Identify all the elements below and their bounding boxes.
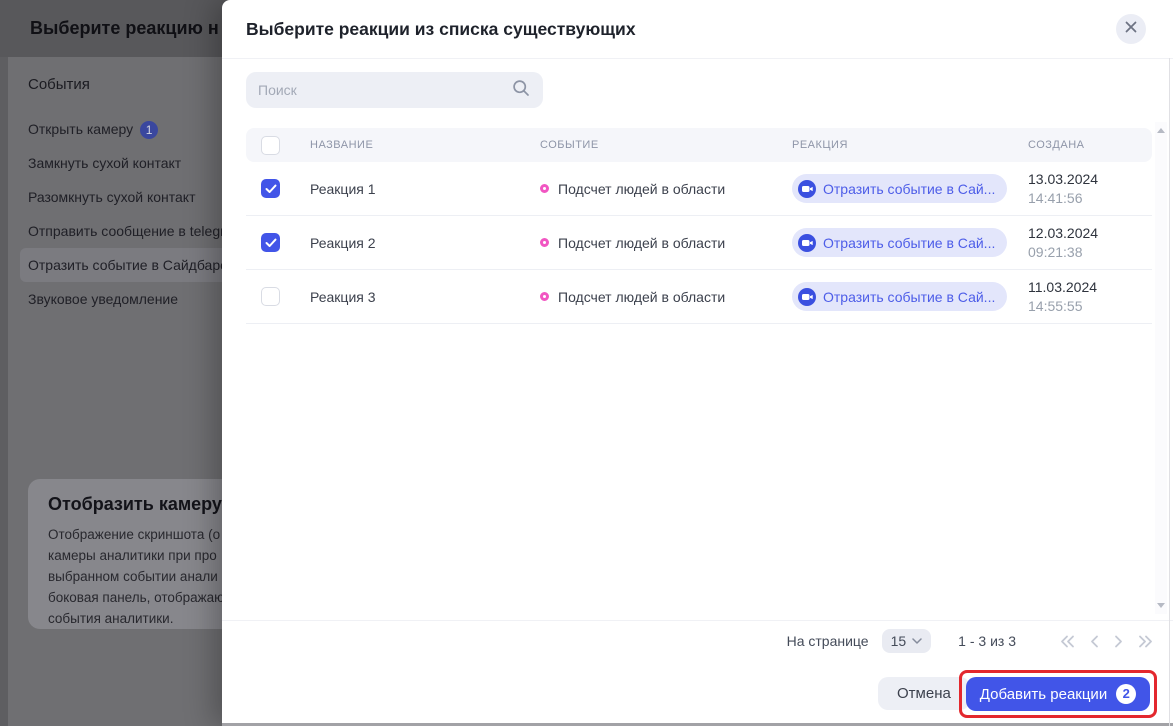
- background-events-list: Открыть камеру 1 Замкнуть сухой контакт Р…: [28, 112, 228, 316]
- event-item-label: Замкнуть сухой контакт: [28, 155, 181, 171]
- row-checkbox[interactable]: [261, 233, 280, 252]
- reaction-name: Реакция 1: [310, 181, 540, 197]
- reaction-badge-label: Отразить событие в Сай...: [823, 289, 995, 305]
- window-edge-line: [1169, 58, 1170, 726]
- event-name: Подсчет людей в области: [558, 289, 725, 305]
- double-chevron-left-icon: [1060, 635, 1075, 648]
- event-type-icon: [540, 292, 549, 301]
- reaction-badge-label: Отразить событие в Сай...: [823, 181, 995, 197]
- reactions-table: Реакция 1 Подсчет людей в области Отрази…: [246, 162, 1152, 324]
- event-item-sound: Звуковое уведомление: [28, 282, 228, 316]
- per-page-value: 15: [891, 633, 907, 649]
- table-row[interactable]: Реакция 1 Подсчет людей в области Отрази…: [246, 162, 1152, 216]
- prev-page-button[interactable]: [1090, 635, 1099, 648]
- sidebar-reaction-icon: [798, 234, 816, 252]
- sidebar-reaction-icon: [798, 180, 816, 198]
- table-row[interactable]: Реакция 2 Подсчет людей в области Отрази…: [246, 216, 1152, 270]
- pagination-bar: На странице 15 1 - 3 из 3: [787, 628, 1153, 654]
- chevron-down-icon: [912, 638, 922, 644]
- reaction-badge-label: Отразить событие в Сай...: [823, 235, 995, 251]
- reaction-badge: Отразить событие в Сай...: [792, 282, 1007, 311]
- created-time: 14:55:55: [1028, 297, 1152, 316]
- event-type-icon: [540, 238, 549, 247]
- created-date: 11.03.2024: [1028, 278, 1152, 297]
- add-reactions-button[interactable]: Добавить реакции 2: [966, 677, 1150, 711]
- header-divider: [222, 58, 1173, 59]
- created-time: 09:21:38: [1028, 243, 1152, 262]
- chevron-left-icon: [1090, 635, 1099, 648]
- event-item-open-camera: Открыть камеру 1: [28, 112, 228, 146]
- column-header-created: СОЗДАНА: [1028, 139, 1152, 151]
- footer-divider: [222, 620, 1173, 621]
- events-section-label: События: [28, 76, 90, 93]
- event-item-open-contact: Разомкнуть сухой контакт: [28, 180, 228, 214]
- cancel-button[interactable]: Отмена: [878, 677, 970, 710]
- event-item-label: Открыть камеру: [28, 121, 133, 137]
- close-icon: [1125, 20, 1137, 38]
- search-icon: [511, 78, 531, 103]
- selected-count-badge: 2: [1116, 684, 1136, 704]
- close-button[interactable]: [1116, 14, 1146, 44]
- select-all-checkbox[interactable]: [261, 136, 280, 155]
- scroll-down-icon: [1157, 603, 1165, 608]
- created-time: 14:41:56: [1028, 189, 1152, 208]
- reaction-name: Реакция 2: [310, 235, 540, 251]
- event-item-label: Разомкнуть сухой контакт: [28, 189, 196, 205]
- reaction-badge: Отразить событие в Сай...: [792, 174, 1007, 203]
- double-chevron-right-icon: [1138, 635, 1153, 648]
- background-page-edge: [0, 57, 8, 726]
- screen: Выберите реакцию н События Открыть камер…: [0, 0, 1173, 726]
- row-checkbox[interactable]: [261, 287, 280, 306]
- event-item-label: Отправить сообщение в telegra: [28, 223, 233, 239]
- reaction-name: Реакция 3: [310, 289, 540, 305]
- scrollbar[interactable]: [1155, 122, 1167, 614]
- chevron-right-icon: [1114, 635, 1123, 648]
- next-page-button[interactable]: [1114, 635, 1123, 648]
- last-page-button[interactable]: [1138, 635, 1153, 648]
- background-dialog-title: Выберите реакцию н: [30, 0, 219, 57]
- event-item-telegram: Отправить сообщение в telegra: [28, 214, 228, 248]
- modal-title: Выберите реакции из списка существующих: [246, 0, 636, 58]
- search-field: [246, 72, 543, 108]
- column-header-name: НАЗВАНИЕ: [310, 139, 540, 151]
- reaction-badge: Отразить событие в Сай...: [792, 228, 1007, 257]
- per-page-label: На странице: [787, 633, 869, 649]
- event-name: Подсчет людей в области: [558, 181, 725, 197]
- event-item-sidebar-selected: Отразить событие в Сайдбаре: [20, 248, 234, 282]
- created-date: 13.03.2024: [1028, 170, 1152, 189]
- pagination-range: 1 - 3 из 3: [958, 633, 1016, 649]
- column-header-event: СОБЫТИЕ: [540, 139, 792, 151]
- table-header-row: НАЗВАНИЕ СОБЫТИЕ РЕАКЦИЯ СОЗДАНА: [246, 128, 1152, 162]
- event-name: Подсчет людей в области: [558, 235, 725, 251]
- first-page-button[interactable]: [1060, 635, 1075, 648]
- count-badge: 1: [140, 121, 158, 139]
- pagination-controls: [1060, 635, 1153, 648]
- column-header-reaction: РЕАКЦИЯ: [792, 139, 1028, 151]
- event-item-close-contact: Замкнуть сухой контакт: [28, 146, 228, 180]
- per-page-select[interactable]: 15: [882, 629, 932, 653]
- select-reactions-modal: Выберите реакции из списка существующих …: [222, 0, 1173, 726]
- search-input[interactable]: [258, 82, 511, 98]
- sidebar-reaction-icon: [798, 288, 816, 306]
- created-date: 12.03.2024: [1028, 224, 1152, 243]
- row-checkbox[interactable]: [261, 179, 280, 198]
- table-row[interactable]: Реакция 3 Подсчет людей в области Отрази…: [246, 270, 1152, 324]
- event-item-label: Отразить событие в Сайдбаре: [28, 257, 228, 273]
- event-item-label: Звуковое уведомление: [28, 291, 178, 307]
- scroll-up-icon: [1157, 128, 1165, 133]
- event-type-icon: [540, 184, 549, 193]
- add-reactions-label: Добавить реакции: [980, 686, 1107, 703]
